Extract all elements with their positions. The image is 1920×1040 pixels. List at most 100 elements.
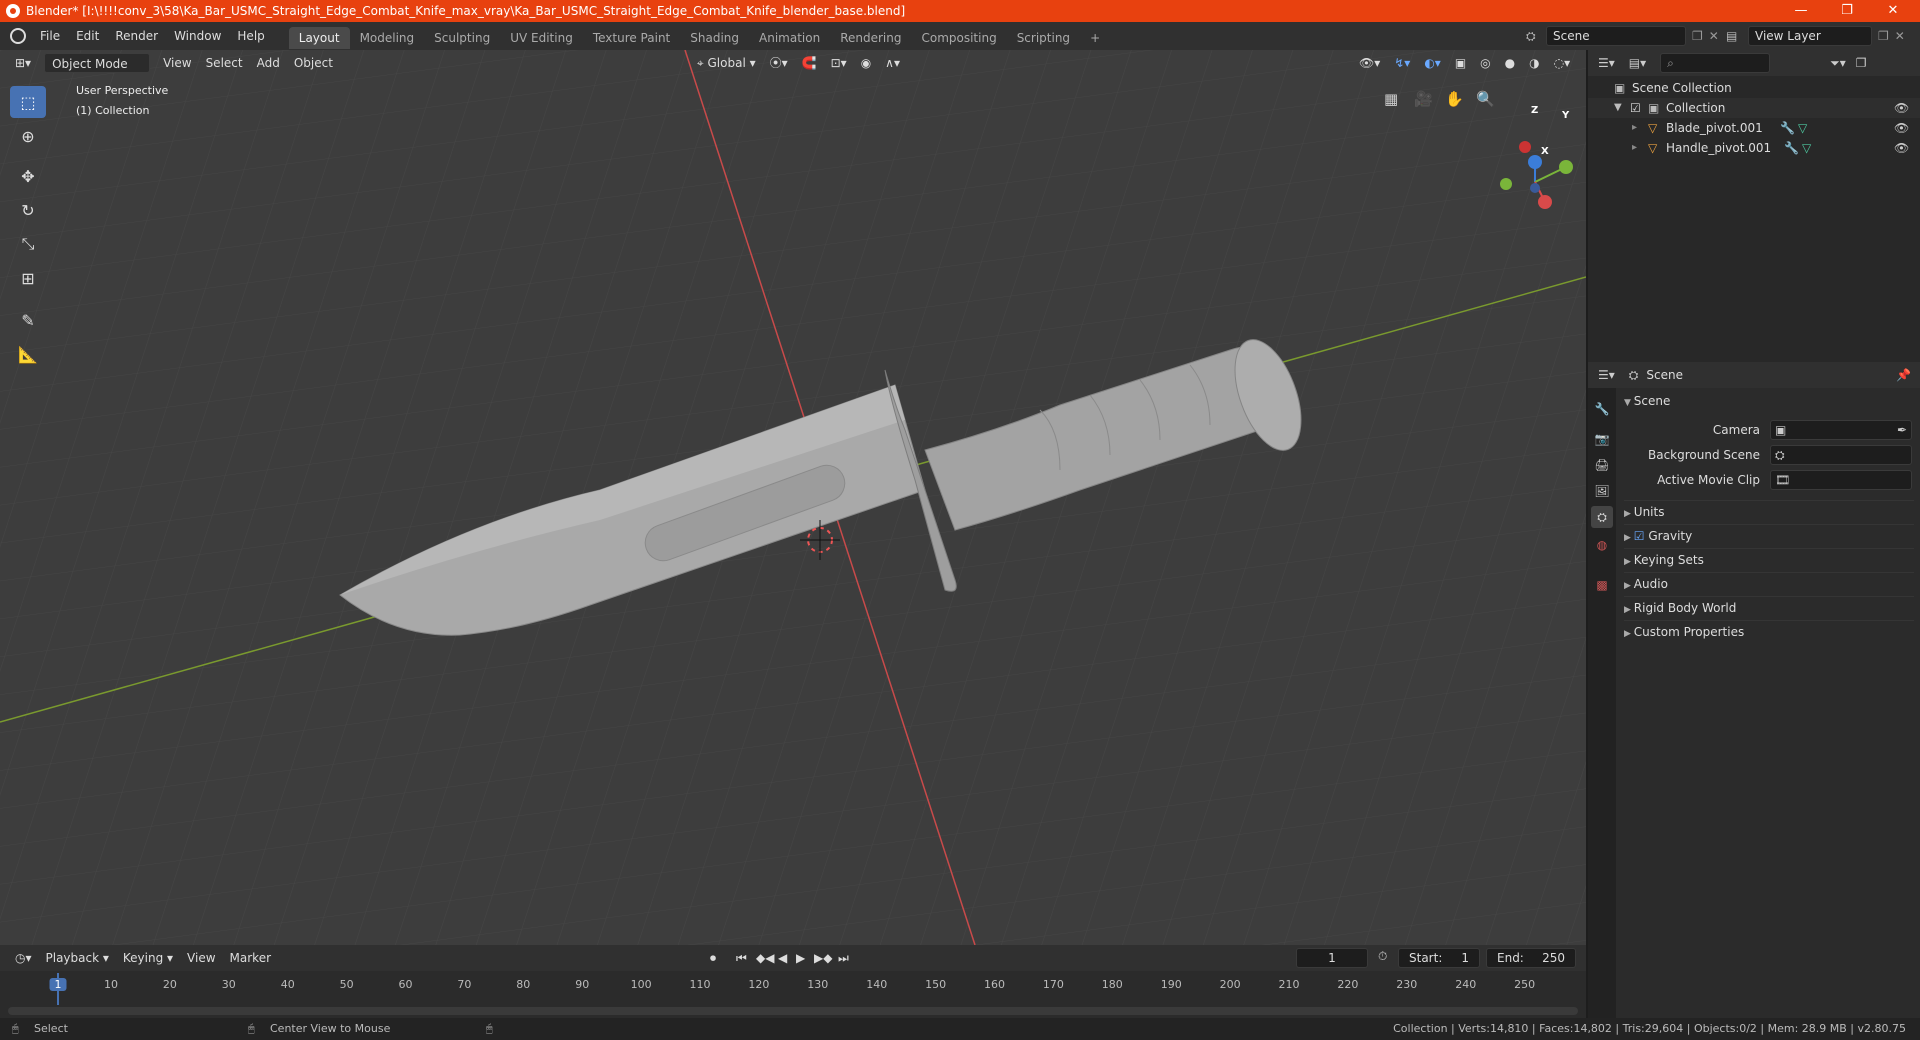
modifier-wrench-icon[interactable]: 🔧: [1780, 118, 1795, 138]
tab-compositing[interactable]: Compositing: [911, 27, 1006, 49]
jump-end-icon[interactable]: ⏭: [838, 951, 849, 966]
tab-shading[interactable]: Shading: [680, 27, 749, 49]
tab-sculpting[interactable]: Sculpting: [424, 27, 500, 49]
active-movie-clip-field[interactable]: 🎞: [1770, 470, 1912, 490]
transform-orientation-dropdown[interactable]: ⌖ Global ▾: [690, 53, 763, 73]
viewport-menu-view[interactable]: View: [156, 53, 198, 73]
scale-tool[interactable]: ⤡: [10, 228, 46, 260]
expand-arrow-icon[interactable]: ▸: [1632, 138, 1637, 158]
blender-menu-icon[interactable]: [10, 28, 26, 44]
modifier-wrench-icon[interactable]: 🔧: [1784, 138, 1799, 158]
camera-field[interactable]: ▣ ✒: [1770, 420, 1912, 440]
keying-sets-panel-header[interactable]: ▶ Keying Sets: [1624, 548, 1914, 570]
new-view-layer-icon[interactable]: ❐: [1878, 29, 1889, 43]
proportional-falloff-icon[interactable]: ∧▾: [878, 53, 907, 73]
collapse-arrow-icon[interactable]: ▼: [1614, 98, 1622, 118]
mesh-data-icon[interactable]: ▽: [1798, 118, 1807, 138]
start-frame-field[interactable]: Start: 1: [1398, 948, 1480, 968]
menu-window[interactable]: Window: [166, 22, 229, 50]
outliner-editor-icon[interactable]: ☰▾: [1598, 56, 1615, 70]
menu-help[interactable]: Help: [229, 22, 272, 50]
record-icon[interactable]: ⏺: [710, 951, 716, 966]
object-visibility-eye-icon[interactable]: 👁: [1894, 118, 1909, 138]
add-workspace-button[interactable]: +: [1080, 27, 1110, 49]
remove-view-layer-icon[interactable]: ✕: [1895, 29, 1905, 43]
stopwatch-icon[interactable]: ⏱: [1378, 949, 1387, 964]
proportional-edit-icon[interactable]: ◉: [854, 53, 878, 73]
scene-selector[interactable]: Scene: [1546, 26, 1686, 46]
rigid-body-world-panel-header[interactable]: ▶ Rigid Body World: [1624, 596, 1914, 618]
render-tab-icon[interactable]: 📷: [1591, 428, 1613, 450]
output-tab-icon[interactable]: 🖨: [1591, 454, 1613, 476]
current-frame-field[interactable]: 1: [1296, 948, 1368, 968]
gravity-checkbox[interactable]: ☑: [1634, 529, 1649, 543]
timeline-scrollbar[interactable]: [8, 1007, 1578, 1015]
collection-checkbox[interactable]: ☑: [1630, 98, 1641, 118]
gizmo-x-label[interactable]: X: [1541, 146, 1549, 157]
gravity-panel-header[interactable]: ▶ ☑ Gravity: [1624, 524, 1914, 546]
snap-settings-icon[interactable]: ⊡▾: [824, 53, 854, 73]
snap-icon[interactable]: 🧲: [795, 53, 824, 73]
scene-panel-header[interactable]: ▼ Scene: [1624, 390, 1914, 412]
timeline-menu-marker[interactable]: Marker: [223, 948, 278, 968]
viewport-menu-add[interactable]: Add: [250, 53, 287, 73]
custom-properties-panel-header[interactable]: ▶ Custom Properties: [1624, 620, 1914, 642]
overlay-toggle-icon[interactable]: ◐▾: [1417, 53, 1448, 73]
tab-layout[interactable]: Layout: [288, 26, 350, 49]
gizmo-toggle-icon[interactable]: ↯▾: [1387, 53, 1417, 73]
annotate-tool[interactable]: ✎: [10, 304, 46, 336]
expand-arrow-icon[interactable]: ▸: [1632, 118, 1637, 138]
visibility-icon[interactable]: 👁▾: [1352, 53, 1387, 73]
collection-visibility-eye-icon[interactable]: 👁: [1894, 98, 1909, 118]
3d-viewport[interactable]: Z Y X User Perspective (1) Collection ▦ …: [0, 50, 1586, 945]
viewport-menu-select[interactable]: Select: [199, 53, 250, 73]
gizmo-z-label[interactable]: Z: [1531, 105, 1538, 116]
tool-tab-icon[interactable]: 🔧: [1591, 398, 1613, 420]
zoom-view-icon[interactable]: 🔍: [1476, 90, 1495, 108]
move-tool[interactable]: ✥: [10, 160, 46, 192]
background-scene-field[interactable]: ⛭: [1770, 445, 1912, 465]
timeline-menu-keying[interactable]: Keying ▾: [116, 948, 180, 968]
eyedropper-icon[interactable]: ✒: [1897, 421, 1907, 439]
outliner-search-input[interactable]: ⌕: [1660, 53, 1771, 73]
jump-keyframe-back-icon[interactable]: ◆◀: [756, 951, 774, 965]
material-shading-icon[interactable]: ◑: [1522, 53, 1546, 73]
play-reverse-icon[interactable]: ◀: [778, 951, 787, 965]
outliner-object-row[interactable]: ▸ ▽ Blade_pivot.001 🔧 ▽ 👁: [1588, 118, 1920, 138]
gizmo-y-label[interactable]: Y: [1562, 110, 1569, 121]
new-scene-icon[interactable]: ❐: [1692, 29, 1703, 43]
solid-shading-icon[interactable]: ●: [1498, 53, 1522, 73]
display-mode-icon[interactable]: ▤▾: [1629, 56, 1646, 70]
outliner-object-row[interactable]: ▸ ▽ Handle_pivot.001 🔧 ▽ 👁: [1588, 138, 1920, 158]
pin-icon[interactable]: 📌: [1896, 368, 1911, 382]
pan-view-icon[interactable]: ✋: [1445, 90, 1464, 108]
wireframe-shading-icon[interactable]: ◎: [1473, 53, 1497, 73]
outliner-scene-collection[interactable]: ▣ Scene Collection: [1588, 78, 1920, 98]
viewport-menu-object[interactable]: Object: [287, 53, 340, 73]
tab-animation[interactable]: Animation: [749, 27, 830, 49]
end-frame-field[interactable]: End: 250: [1486, 948, 1576, 968]
tab-scripting[interactable]: Scripting: [1007, 27, 1080, 49]
properties-editor-icon[interactable]: ☰▾: [1598, 368, 1615, 382]
jump-keyframe-forward-icon[interactable]: ▶◆: [814, 951, 832, 965]
outliner-panel[interactable]: ☰▾ ▤▾ ⌕ ⏷▾ ❐ ▣ Scene Collection ▼ ☑ ▣ Co…: [1588, 50, 1920, 362]
timeline-menu-view[interactable]: View: [180, 948, 222, 968]
scene-tab-icon[interactable]: ⛭: [1591, 506, 1613, 528]
new-collection-icon[interactable]: ❐: [1856, 56, 1867, 70]
grid-view-icon[interactable]: ▦: [1384, 90, 1398, 108]
transform-tool[interactable]: ⊞: [10, 262, 46, 294]
menu-edit[interactable]: Edit: [68, 22, 107, 50]
play-icon[interactable]: ▶: [796, 951, 805, 965]
jump-start-icon[interactable]: ⏮: [736, 951, 747, 966]
view-layer-tab-icon[interactable]: 🖼: [1591, 480, 1613, 502]
menu-file[interactable]: File: [32, 22, 68, 50]
tab-rendering[interactable]: Rendering: [830, 27, 911, 49]
filter-icon[interactable]: ⏷▾: [1830, 56, 1846, 71]
mode-dropdown[interactable]: Object Mode: [44, 53, 151, 73]
world-tab-icon[interactable]: ◍: [1591, 534, 1613, 556]
object-visibility-eye-icon[interactable]: 👁: [1894, 138, 1909, 158]
close-button[interactable]: ✕: [1870, 0, 1916, 22]
tab-modeling[interactable]: Modeling: [350, 27, 425, 49]
minimize-button[interactable]: —: [1778, 0, 1824, 22]
maximize-button[interactable]: ❐: [1824, 0, 1870, 22]
